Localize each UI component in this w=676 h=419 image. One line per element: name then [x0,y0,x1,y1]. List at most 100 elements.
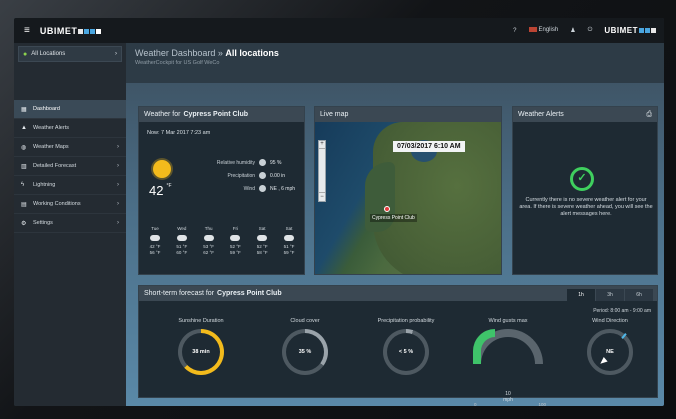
sidebar-item-lightning[interactable]: ϟ Lightning › [14,176,126,195]
humidity-value: 95 % [270,159,282,166]
precipitation-probability-label: Precipitation probability [377,318,435,324]
zoom-control: + − [318,140,326,202]
day-low: 56 °F [149,250,161,255]
wind-gusts-arc [473,329,543,364]
wind-gusts-max: 100 [538,402,546,406]
sidebar-item-dashboard[interactable]: ▦ Dashboard [14,100,126,119]
chevron-right-icon: › [117,163,119,169]
day-forecast: Sat 51 °F 59 °F [277,226,301,256]
current-temperature: 42 °F [149,183,172,198]
sidebar-item-detailed-forecast[interactable]: ▥ Detailed Forecast › [14,157,126,176]
day-name: Wed [177,226,187,231]
cloud-cover-ring: 35 % [282,329,328,375]
wind-icon [259,185,266,192]
page-header: Weather Dashboard » All locations Weathe… [126,43,664,83]
tab-1h[interactable]: 1h [567,289,595,301]
chevron-right-icon: › [117,182,119,188]
partly-cloudy-icon [254,232,268,241]
location-selector[interactable]: ● All Locations › [18,46,122,62]
precipitation-probability-value: < 5 % [387,333,425,371]
day-low: 58 °F [256,250,268,255]
weather-title-prefix: Weather for [144,111,181,118]
partly-cloudy-icon [200,232,214,241]
temperature-unit: °F [166,183,172,189]
app-screen: ≡ UBIMET ? English ♟ ⏻ UBIMET ● All Loca… [14,18,664,406]
humidity-row: Relative humidity 95 % [201,159,301,166]
wind-direction-gauge: Wind Direction NE [570,318,650,375]
sidebar-item-label: Lightning [33,182,56,188]
tab-3h[interactable]: 3h [596,289,624,301]
print-icon[interactable]: ⎙ [646,111,652,119]
day-name: Sat [258,226,266,231]
weather-alerts-panel: Weather Alerts ⎙ ✓ Currently there is no … [512,106,658,275]
language-label: English [538,27,559,34]
daily-forecast: Tue 42 °F 56 °F Wed 51 °F 60 °F Thu 53 °F 62 °F F… [143,226,301,256]
flag-icon [528,27,537,33]
map-datetime: 07/03/2017 6:10 AM [393,141,465,152]
check-icon: ✓ [570,167,594,191]
sidebar-item-working-conditions[interactable]: ▤ Working Conditions › [14,195,126,214]
wind-gusts-label: Wind gusts max [488,318,528,324]
chevron-right-icon: › [117,220,119,226]
live-map-panel: Live map + − 07/03/2017 6:10 AM Cypress P… [314,106,502,275]
alerts-message: Currently there is no severe weather ale… [519,197,653,217]
page-subtitle: WeatherCockpit for US Golf WeCo [135,60,220,66]
logo-right-text: UBIMET [604,26,638,35]
location-label: All Locations [31,51,66,57]
chevron-right-icon: › [115,51,117,57]
weather-location: Cypress Point Club [183,111,249,118]
location-marker[interactable] [384,206,390,212]
wind-direction-label: Wind Direction [592,318,628,324]
day-name: Fri [232,226,239,231]
cloud-cover-label: Cloud cover [290,318,320,324]
calendar-icon: ▤ [21,201,27,208]
pin-icon: ● [23,50,28,58]
dashboard-icon: ▦ [21,106,27,113]
sidebar-item-settings[interactable]: ⚙ Settings › [14,214,126,233]
day-forecast: Wed 51 °F 60 °F [170,226,194,256]
wind-label: Wind [243,185,255,192]
cloud-cover-gauge: Cloud cover 35 % [265,318,345,375]
menu-icon[interactable]: ≡ [24,25,30,36]
day-low: 59 °F [229,250,241,255]
precipitation-probability-ring: < 5 % [383,329,429,375]
sidebar-item-label: Weather Alerts [33,125,69,131]
sunshine-ring: 38 min [178,329,224,375]
page-title-text: All locations [225,48,279,58]
breadcrumb[interactable]: Weather Dashboard » [135,48,223,58]
power-icon[interactable]: ⏻ [588,27,593,34]
day-low: 62 °F [203,250,214,255]
precipitation-probability-gauge: Precipitation probability < 5 % [366,318,446,375]
day-forecast: Tue 42 °F 56 °F [143,226,167,256]
sidebar-item-weather-maps[interactable]: ◍ Weather Maps › [14,138,126,157]
interval-tabs: 1h 3h 6h [567,289,653,301]
alerts-panel-header: Weather Alerts ⎙ [513,107,657,122]
page-title: Weather Dashboard » All locations [135,48,655,58]
live-map[interactable]: + − 07/03/2017 6:10 AM Cypress Point Club [315,122,501,274]
day-low: 59 °F [283,250,295,255]
sidebar-item-weather-alerts[interactable]: ▲ Weather Alerts [14,119,126,138]
logo-text: UBIMET [39,25,78,36]
day-forecast: Sat 52 °F 58 °F [250,226,274,256]
wind-gusts-fill [473,329,495,364]
chevron-right-icon: › [117,201,119,207]
tab-6h[interactable]: 6h [625,289,653,301]
weather-now: Now: 7 Mar 2017 7:23 am [147,130,211,136]
language-selector[interactable]: English [528,27,559,34]
cloud-cover-value: 35 % [286,333,324,371]
weather-panel-header: Weather for Cypress Point Club [139,107,304,122]
forecast-period: Period: 8:00 am - 9:00 am [593,308,651,314]
day-name: Sat [285,226,293,231]
wind-direction-ring: NE [587,329,633,375]
user-icon[interactable]: ♟ [570,27,575,34]
partly-cloudy-icon [280,232,294,241]
top-bar: ≡ UBIMET ? English ♟ ⏻ UBIMET [14,18,664,43]
short-term-location: Cypress Point Club [217,290,282,297]
zoom-in-button[interactable]: + [319,141,325,147]
zoom-out-button[interactable]: − [319,194,325,200]
precipitation-row: Precipitation 0.00 in [201,172,301,179]
sidebar-item-label: Settings [33,220,53,226]
help-icon[interactable]: ? [513,28,516,34]
sun-icon [153,160,171,178]
wind-gusts-reading: 10 mph [468,391,548,403]
